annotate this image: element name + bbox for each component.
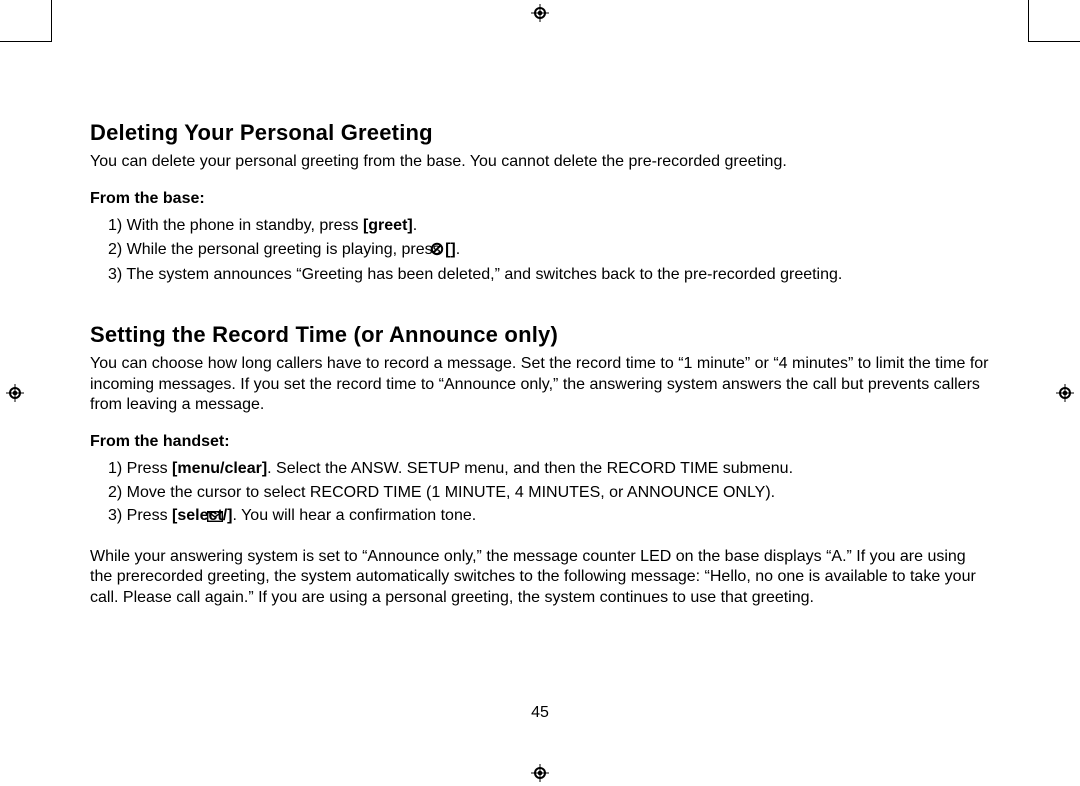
- subheading-from-base: From the base:: [90, 190, 990, 208]
- step-text: 3) Press: [108, 507, 172, 524]
- step-text: .: [456, 241, 460, 258]
- button-label: [menu/clear]: [172, 460, 267, 477]
- step-text: 1) With the phone in standby, press: [108, 217, 363, 234]
- steps-list: 1) Press [menu/clear]. Select the ANSW. …: [90, 457, 990, 529]
- page-number: 45: [0, 704, 1080, 722]
- steps-list: 1) With the phone in standby, press [gre…: [90, 214, 990, 286]
- list-item: 2) While the personal greeting is playin…: [108, 238, 990, 263]
- registration-mark-icon: [6, 384, 24, 402]
- registration-mark-icon: [1056, 384, 1074, 402]
- registration-mark-icon: [531, 764, 549, 782]
- subheading-from-handset: From the handset:: [90, 433, 990, 451]
- step-text: . You will hear a confirmation tone.: [232, 507, 476, 524]
- page-content: Deleting Your Personal Greeting You can …: [90, 120, 990, 608]
- intro-text: You can delete your personal greeting fr…: [90, 152, 990, 172]
- step-text: 1) Press: [108, 460, 172, 477]
- list-item: 3) The system announces “Greeting has be…: [108, 263, 990, 286]
- crop-mark: [0, 41, 52, 42]
- list-item: 1) Press [menu/clear]. Select the ANSW. …: [108, 457, 990, 480]
- step-text: 2) While the personal greeting is playin…: [108, 241, 445, 258]
- crop-mark: [1028, 0, 1029, 42]
- list-item: 3) Press [select/]. You will hear a conf…: [108, 504, 990, 529]
- intro-text: You can choose how long callers have to …: [90, 354, 990, 415]
- button-label: [greet]: [363, 217, 413, 234]
- registration-mark-icon: [531, 4, 549, 22]
- list-item: 1) With the phone in standby, press [gre…: [108, 214, 990, 237]
- crop-mark: [51, 0, 52, 42]
- list-item: 2) Move the cursor to select RECORD TIME…: [108, 481, 990, 504]
- step-text: . Select the ANSW. SETUP menu, and then …: [267, 460, 793, 477]
- note-text: While your answering system is set to “A…: [90, 547, 990, 608]
- heading-record-time: Setting the Record Time (or Announce onl…: [90, 322, 990, 348]
- crop-mark: [1028, 41, 1080, 42]
- heading-deleting-greeting: Deleting Your Personal Greeting: [90, 120, 990, 146]
- step-text: .: [413, 217, 417, 234]
